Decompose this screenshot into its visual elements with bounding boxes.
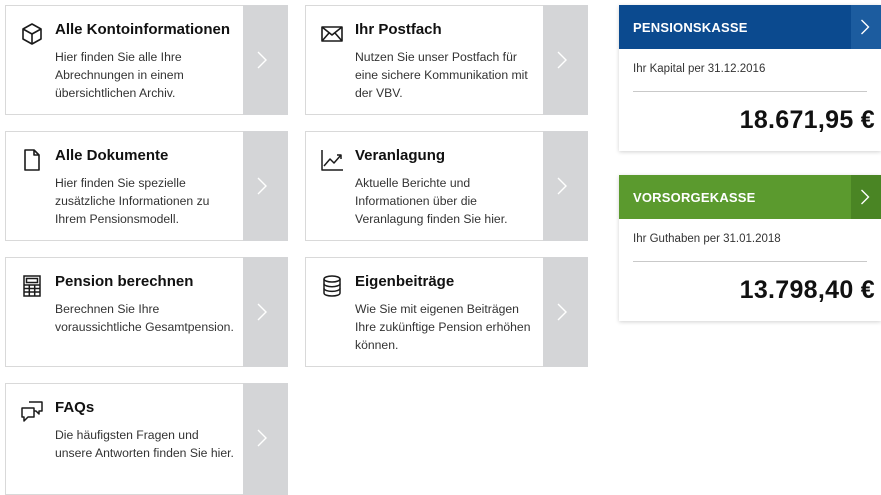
tile-pension-berechnen[interactable]: Pension berechnen Berechnen Sie Ihre vor… (5, 257, 288, 367)
chevron-right-icon (557, 51, 567, 69)
vorsorgekasse-header[interactable]: VORSORGEKASSE (619, 175, 881, 219)
tile-title: Veranlagung (355, 147, 446, 164)
tile-veranlagung[interactable]: Veranlagung Aktuelle Berichte und Inform… (305, 131, 588, 241)
tile-title: Ihr Postfach (355, 21, 442, 38)
cube-icon (20, 22, 44, 46)
chevron-right-icon (557, 177, 567, 195)
tile-arrow-button[interactable] (243, 383, 288, 495)
pensionskasse-panel: PENSIONSKASSE Ihr Kapital per 31.12.2016… (619, 5, 881, 151)
pensionskasse-title: PENSIONSKASSE (633, 20, 748, 35)
envelope-icon (320, 22, 344, 46)
pensionskasse-header[interactable]: PENSIONSKASSE (619, 5, 881, 49)
vorsorgekasse-panel: VORSORGEKASSE Ihr Guthaben per 31.01.201… (619, 175, 881, 321)
tile-title: Eigenbeiträge (355, 273, 455, 290)
tile-description: Die häufigsten Fragen und unsere Antwort… (55, 428, 234, 460)
tile-description: Hier finden Sie alle Ihre Abrechnungen i… (55, 50, 184, 100)
divider (633, 261, 867, 262)
divider (633, 91, 867, 92)
pensionskasse-subtitle: Ihr Kapital per 31.12.2016 (633, 63, 766, 75)
tile-postfach[interactable]: Ihr Postfach Nutzen Sie unser Postfach f… (305, 5, 588, 115)
vorsorgekasse-subtitle: Ihr Guthaben per 31.01.2018 (633, 233, 781, 245)
pensionskasse-arrow-button[interactable] (851, 5, 881, 49)
tile-eigenbeitraege[interactable]: Eigenbeiträge Wie Sie mit eigenen Beiträ… (305, 257, 588, 367)
chevron-right-icon (257, 51, 267, 69)
document-icon (20, 148, 44, 172)
tile-arrow-button[interactable] (243, 5, 288, 115)
tile-arrow-button[interactable] (543, 5, 588, 115)
tile-arrow-button[interactable] (243, 257, 288, 367)
tile-arrow-button[interactable] (543, 257, 588, 367)
tile-title: Alle Kontoinformationen (55, 21, 230, 38)
chevron-right-icon (861, 189, 870, 205)
chevron-right-icon (557, 303, 567, 321)
chevron-right-icon (861, 19, 870, 35)
vorsorgekasse-arrow-button[interactable] (851, 175, 881, 219)
calculator-icon (20, 274, 44, 298)
tile-description: Berechnen Sie Ihre voraussichtliche Gesa… (55, 302, 234, 334)
tile-dokumente[interactable]: Alle Dokumente Hier finden Sie spezielle… (5, 131, 288, 241)
tile-description: Aktuelle Berichte und Informationen über… (355, 176, 508, 226)
trend-chart-icon (320, 148, 344, 172)
tile-arrow-button[interactable] (543, 131, 588, 241)
tile-arrow-button[interactable] (243, 131, 288, 241)
tile-title: Alle Dokumente (55, 147, 169, 164)
tile-title: FAQs (55, 399, 95, 416)
tile-description: Hier finden Sie spezielle zusätzliche In… (55, 176, 210, 226)
tile-description: Wie Sie mit eigenen Beiträgen Ihre zukün… (355, 302, 531, 352)
tile-title: Pension berechnen (55, 273, 194, 290)
pensionskasse-amount: 18.671,95 € (739, 106, 875, 134)
vorsorgekasse-title: VORSORGEKASSE (633, 190, 756, 205)
chevron-right-icon (257, 429, 267, 447)
chevron-right-icon (257, 303, 267, 321)
tile-kontoinformationen[interactable]: Alle Kontoinformationen Hier finden Sie … (5, 5, 288, 115)
tile-faqs[interactable]: FAQs Die häufigsten Fragen und unsere An… (5, 383, 288, 495)
tile-description: Nutzen Sie unser Postfach für eine siche… (355, 50, 528, 100)
database-icon (320, 274, 344, 298)
vorsorgekasse-amount: 13.798,40 € (739, 276, 875, 304)
chevron-right-icon (257, 177, 267, 195)
chat-bubbles-icon (20, 400, 44, 424)
